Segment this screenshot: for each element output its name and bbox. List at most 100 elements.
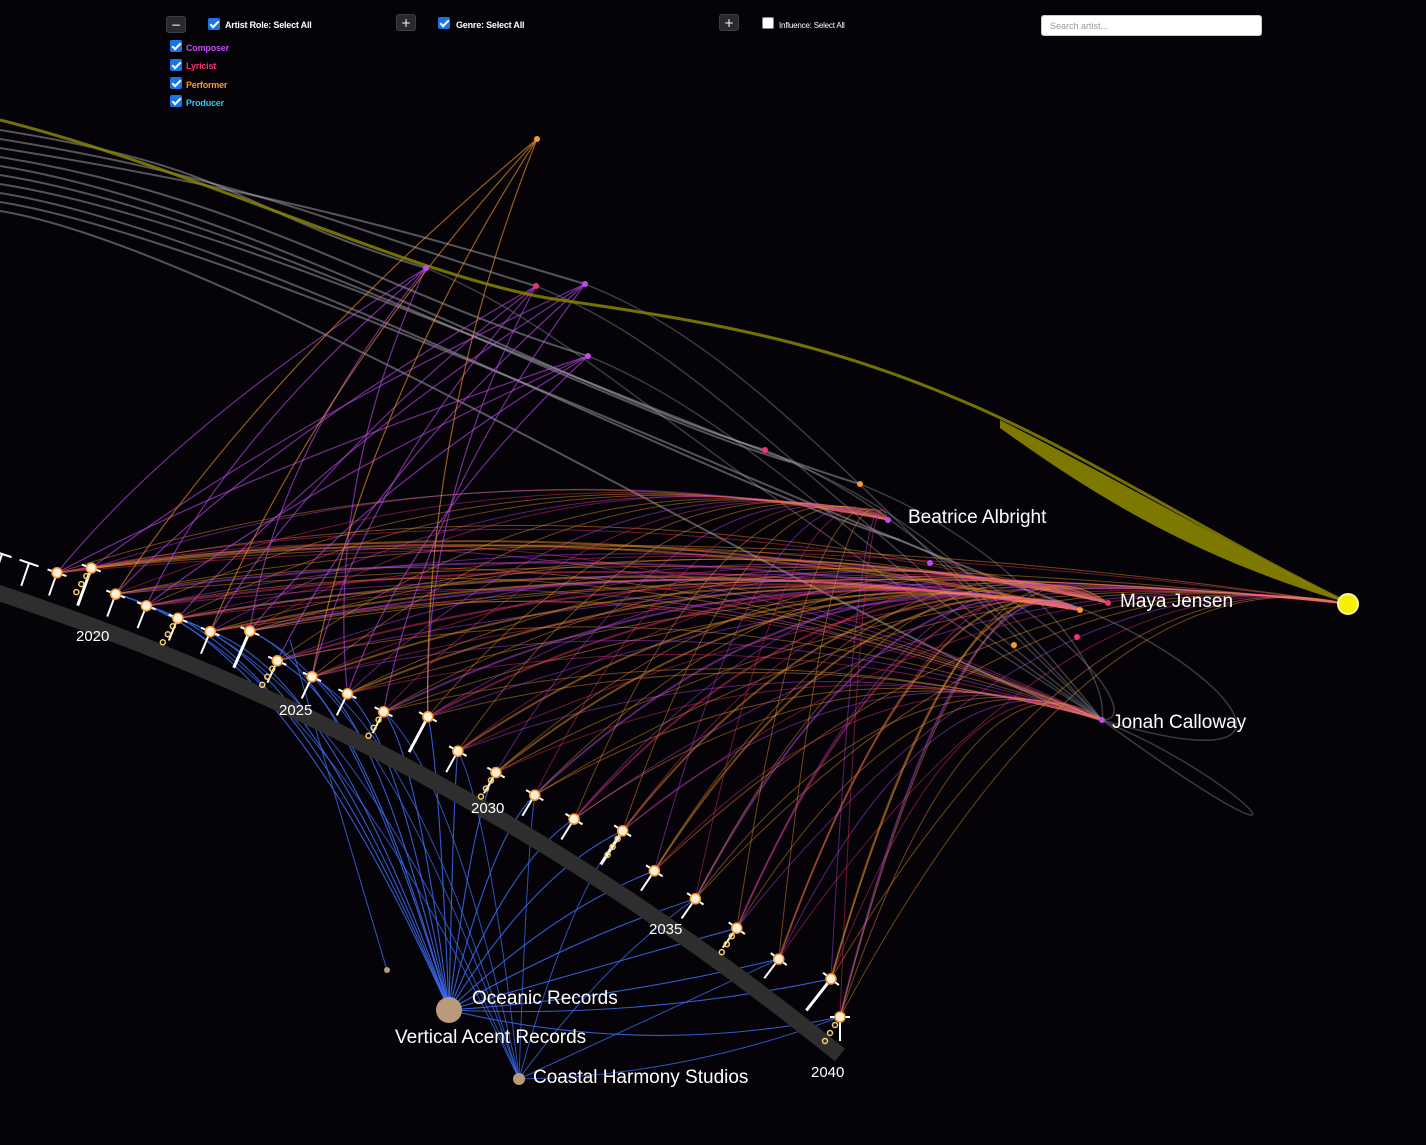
song-node bbox=[109, 588, 122, 600]
influence-links bbox=[56, 138, 1349, 1018]
performer-checkbox[interactable] bbox=[170, 77, 182, 89]
influence-link bbox=[778, 596, 1349, 960]
song-node bbox=[834, 1011, 846, 1023]
artist-node bbox=[762, 447, 768, 453]
upstream-artist-node bbox=[533, 283, 539, 289]
song-node-stack bbox=[718, 948, 726, 956]
influence-link bbox=[830, 701, 1103, 980]
upstream-artist-node bbox=[582, 281, 588, 287]
collapse-role-button[interactable]: − bbox=[166, 16, 186, 33]
song-node bbox=[140, 600, 153, 612]
timeline-tick bbox=[20, 562, 30, 587]
song-node bbox=[825, 973, 837, 985]
song-node bbox=[271, 655, 284, 667]
influence-link bbox=[427, 138, 538, 717]
artist-role-select-all-checkbox[interactable] bbox=[208, 18, 220, 30]
focus-artist-node[interactable] bbox=[1337, 593, 1359, 615]
song-node bbox=[204, 625, 216, 638]
year-label: 2035 bbox=[649, 921, 682, 938]
influence-link bbox=[839, 596, 1349, 1018]
producer-label: Producer bbox=[186, 98, 224, 108]
song-node-stack bbox=[73, 588, 80, 596]
song-node bbox=[528, 789, 541, 801]
influence-select-all-label: Influence: Select All bbox=[779, 21, 845, 30]
song-node bbox=[568, 813, 580, 825]
expand-influence-button[interactable]: + bbox=[719, 14, 739, 31]
song-node-stack bbox=[159, 639, 167, 646]
song-node bbox=[377, 706, 390, 718]
background-line bbox=[587, 355, 1103, 721]
upstream-artist-node bbox=[585, 353, 591, 359]
label-oceanic-records[interactable]: Oceanic Records bbox=[472, 988, 618, 1009]
song-node bbox=[51, 567, 63, 579]
song-node bbox=[85, 562, 98, 574]
song-node bbox=[341, 688, 354, 700]
song-node bbox=[490, 766, 502, 779]
song-node bbox=[452, 745, 464, 757]
artist-node bbox=[927, 560, 933, 566]
filter-controls: − Artist Role: Select All Composer Lyric… bbox=[0, 0, 1426, 115]
timeline-tick bbox=[407, 716, 430, 753]
oceanic-records-node[interactable] bbox=[436, 997, 462, 1023]
song-node bbox=[772, 953, 785, 965]
year-label: 2025 bbox=[279, 702, 312, 719]
minor-label-node[interactable] bbox=[384, 967, 390, 973]
influence-link bbox=[311, 640, 1103, 721]
year-label: 2040 bbox=[811, 1064, 844, 1081]
artist-node bbox=[1011, 642, 1017, 648]
artist-node bbox=[1077, 607, 1083, 613]
label-link bbox=[448, 830, 623, 1011]
upstream-artist-node bbox=[534, 136, 540, 142]
artist-node bbox=[857, 481, 863, 487]
song-node-stack bbox=[831, 1021, 839, 1029]
influence-link bbox=[343, 267, 427, 694]
song-node bbox=[422, 711, 434, 723]
influence-network-visualization: Beatrice Albright Maya Jensen Jonah Call… bbox=[0, 118, 1359, 1088]
influence-select-all-checkbox[interactable] bbox=[762, 17, 774, 29]
song-node bbox=[731, 922, 743, 934]
timeline-tick bbox=[0, 553, 3, 564]
upstream-artist-node bbox=[423, 265, 429, 271]
lyricist-label: Lyricist bbox=[186, 61, 217, 71]
influence-link bbox=[839, 702, 1103, 1018]
song-node-stack bbox=[370, 724, 377, 732]
performer-label: Performer bbox=[186, 80, 228, 90]
artist-node bbox=[1099, 717, 1105, 723]
expand-genre-button[interactable]: + bbox=[396, 14, 416, 31]
influence-link bbox=[573, 594, 1081, 820]
year-label: 2030 bbox=[471, 800, 504, 817]
producer-checkbox[interactable] bbox=[170, 95, 182, 107]
influence-link bbox=[573, 690, 1103, 820]
artist-role-select-all-label: Artist Role: Select All bbox=[225, 20, 312, 30]
song-node-stack bbox=[477, 793, 485, 800]
song-node-stack bbox=[365, 732, 372, 740]
genre-select-all-label: Genre: Select All bbox=[456, 20, 525, 30]
song-node bbox=[616, 825, 629, 837]
genre-select-all-checkbox[interactable] bbox=[438, 17, 450, 29]
background-line bbox=[1099, 719, 1254, 816]
song-node-stack bbox=[264, 673, 271, 681]
lyricist-checkbox[interactable] bbox=[170, 59, 182, 71]
composer-label: Composer bbox=[186, 43, 229, 53]
song-node-stack bbox=[169, 623, 177, 630]
artist-node bbox=[885, 517, 891, 523]
song-node bbox=[306, 671, 318, 683]
artist-label-maya-jensen[interactable]: Maya Jensen bbox=[1120, 591, 1233, 612]
song-node-stack bbox=[164, 631, 172, 638]
song-node-stack bbox=[826, 1029, 834, 1037]
artist-label-beatrice-albright[interactable]: Beatrice Albright bbox=[908, 507, 1047, 528]
song-node-stack bbox=[78, 580, 85, 588]
influence-link bbox=[778, 700, 1103, 960]
song-node-stack bbox=[723, 940, 731, 948]
composer-checkbox[interactable] bbox=[170, 40, 182, 52]
label-coastal-harmony-studios[interactable]: Coastal Harmony Studios bbox=[533, 1067, 748, 1088]
song-node bbox=[648, 865, 661, 877]
coastal-harmony-node[interactable] bbox=[513, 1073, 525, 1085]
label-vertical-acent-records[interactable]: Vertical Acent Records bbox=[395, 1027, 586, 1048]
song-node bbox=[689, 893, 702, 905]
influence-link bbox=[56, 355, 589, 574]
artist-node bbox=[1105, 600, 1111, 606]
artist-label-jonah-calloway[interactable]: Jonah Calloway bbox=[1112, 712, 1247, 733]
search-artist-input[interactable] bbox=[1041, 15, 1262, 36]
artist-node bbox=[1074, 634, 1080, 640]
